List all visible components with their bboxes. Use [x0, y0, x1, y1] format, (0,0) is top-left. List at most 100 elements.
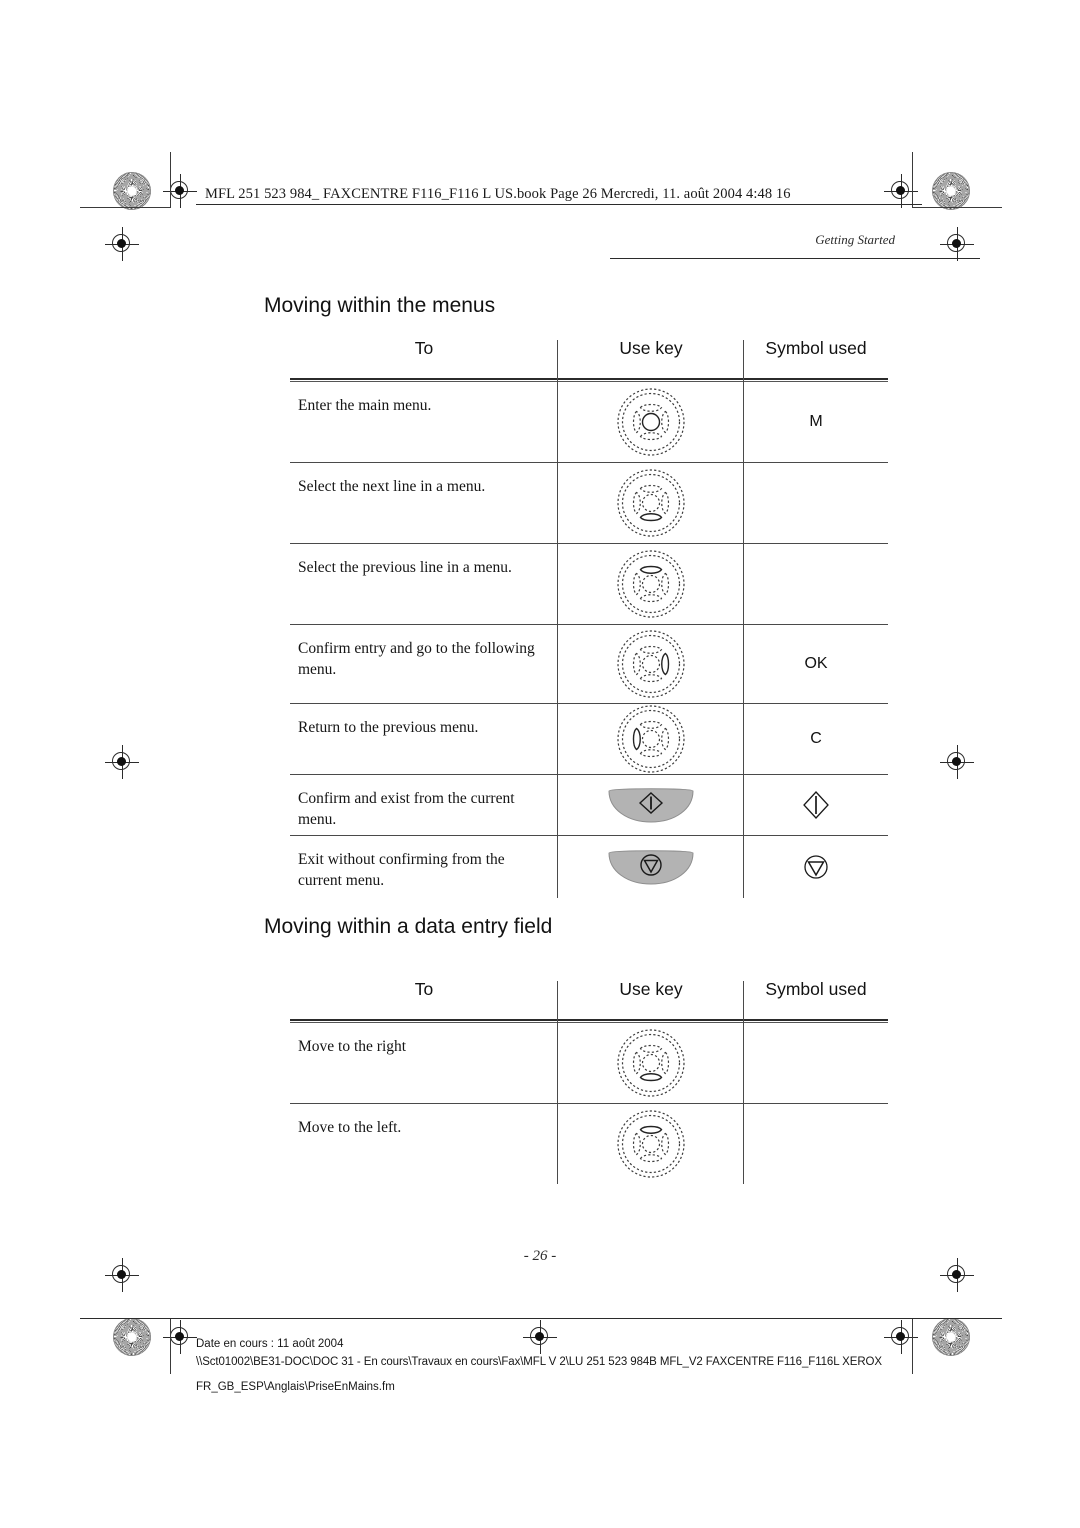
action-description-text: Select the previous line in a menu. [298, 559, 512, 576]
footer-block: Date en cours : 11 août 2004 \\Sct01002\… [196, 1336, 882, 1396]
cell-use-key [558, 704, 744, 774]
table-row: Select the previous line in a menu. [290, 544, 888, 625]
section-title-moving-within-data-entry-field: Moving within a data entry field [264, 915, 553, 938]
navpad-down-key-icon[interactable] [614, 466, 688, 540]
cell-use-key [558, 1104, 744, 1184]
start-button-svg [608, 788, 694, 823]
navpad-center-key-icon[interactable] [614, 385, 688, 459]
navpad-up-key-icon[interactable] [614, 1107, 688, 1181]
registration-mark-left-upper [105, 227, 139, 261]
cell-symbol-used [744, 775, 888, 835]
action-description-text: Exit without confirming from the current… [298, 851, 505, 889]
navpad-svg [617, 550, 685, 618]
column-header-to: To [414, 979, 434, 999]
diamond-start-icon [800, 789, 832, 821]
action-description-text: Return to the previous menu. [298, 719, 479, 736]
registration-mark-right-middle [940, 745, 974, 779]
cell-use-key [558, 463, 744, 543]
crop-line-bottom-left-v [170, 1318, 171, 1374]
running-head-rule [610, 258, 980, 259]
table-header-rule [290, 378, 888, 380]
action-description-text: Select the next line in a menu. [298, 478, 486, 495]
cell-action-description: Enter the main menu. [290, 382, 558, 462]
crop-line-bottom-right-v [912, 1318, 913, 1374]
table-row: Enter the main menu. M [290, 382, 888, 463]
table-header-row: To Use key Symbol used [290, 977, 888, 1019]
navpad-svg [617, 630, 685, 698]
diamond-start-icon-svg [803, 791, 829, 819]
cell-action-description: Select the next line in a menu. [290, 463, 558, 543]
running-head: Getting Started [815, 232, 895, 247]
cell-action-description: Move to the right [290, 1023, 558, 1103]
cell-use-key [558, 1023, 744, 1103]
book-line-rule [196, 204, 922, 205]
table-row: Confirm and exist from the current menu. [290, 775, 888, 836]
print-density-starburst-top-right [932, 172, 970, 210]
table-row: Exit without confirming from the current… [290, 836, 888, 898]
column-header-use-key: Use key [619, 979, 683, 999]
action-description-text: Confirm entry and go to the following me… [298, 640, 535, 678]
navpad-svg [617, 1110, 685, 1178]
crop-line-top-right-h [912, 207, 1002, 208]
start-button-icon[interactable] [605, 785, 697, 825]
navpad-left-key-icon[interactable] [614, 702, 688, 776]
crop-line-top-left-v [170, 152, 171, 208]
cell-symbol-used: M [744, 382, 888, 462]
column-header-symbol-used: Symbol used [765, 979, 867, 999]
cell-symbol-used: C [744, 704, 888, 774]
table-row: Move to the right [290, 1023, 888, 1104]
cell-action-description: Confirm and exist from the current menu. [290, 775, 558, 835]
book-source-line: MFL 251 523 984_ FAXCENTRE F116_F116 L U… [205, 186, 791, 202]
navpad-svg [617, 388, 685, 456]
circle-stop-icon [800, 851, 832, 883]
footer-rule [80, 1318, 1002, 1319]
registration-mark-bottom-left [163, 1320, 197, 1354]
symbol-text: M [809, 413, 823, 430]
stop-button-icon[interactable] [605, 847, 697, 887]
print-density-starburst-bottom-right [932, 1318, 970, 1356]
action-description-text: Enter the main menu. [298, 397, 432, 414]
cell-symbol-used [744, 544, 888, 624]
registration-mark-left-middle [105, 745, 139, 779]
cell-action-description: Exit without confirming from the current… [290, 836, 558, 898]
registration-mark-top-left [163, 174, 197, 208]
print-density-starburst-top-left [113, 172, 151, 210]
column-header-to: To [414, 338, 434, 358]
table-row: Confirm entry and go to the following me… [290, 625, 888, 704]
cell-action-description: Return to the previous menu. [290, 704, 558, 774]
cell-symbol-used [744, 836, 888, 898]
navpad-svg [617, 1029, 685, 1097]
footer-path: \\Sct01002\BE31-DOC\DOC 31 - En cours\Tr… [196, 1355, 882, 1368]
crop-line-top-left-h [80, 207, 170, 208]
cell-symbol-used [744, 1023, 888, 1103]
circle-stop-icon-svg [804, 855, 828, 879]
cell-symbol-used [744, 1104, 888, 1184]
column-header-symbol-used: Symbol used [765, 338, 867, 358]
cell-action-description: Select the previous line in a menu. [290, 544, 558, 624]
action-description-text: Move to the right [298, 1038, 407, 1055]
table-row: Move to the left. [290, 1104, 888, 1184]
symbol-text: C [810, 730, 822, 747]
symbol-text: OK [804, 655, 828, 672]
navpad-svg [617, 705, 685, 773]
navpad-up-key-icon[interactable] [614, 547, 688, 621]
footer-filename: FR_GB_ESP\Anglais\PriseEnMains.fm [196, 1380, 395, 1393]
print-density-starburst-bottom-left [113, 1318, 151, 1356]
cell-use-key [558, 775, 744, 835]
cell-action-description: Confirm entry and go to the following me… [290, 625, 558, 703]
action-description-text: Confirm and exist from the current menu. [298, 790, 515, 828]
cell-use-key [558, 382, 744, 462]
registration-mark-right-upper [940, 227, 974, 261]
navpad-down-key-icon[interactable] [614, 1026, 688, 1100]
crop-line-top-right-v [912, 152, 913, 208]
page-number: - 26 - [523, 1248, 557, 1264]
table-moving-within-data-entry-field: To Use key Symbol used Move to the right… [290, 977, 888, 1184]
footer-date: Date en cours : 11 août 2004 [196, 1338, 344, 1350]
cell-use-key [558, 544, 744, 624]
cell-action-description: Move to the left. [290, 1104, 558, 1184]
stop-button-svg [608, 850, 694, 885]
cell-use-key [558, 836, 744, 898]
navpad-right-key-icon[interactable] [614, 627, 688, 701]
cell-symbol-used: OK [744, 625, 888, 703]
table-row: Select the next line in a menu. [290, 463, 888, 544]
